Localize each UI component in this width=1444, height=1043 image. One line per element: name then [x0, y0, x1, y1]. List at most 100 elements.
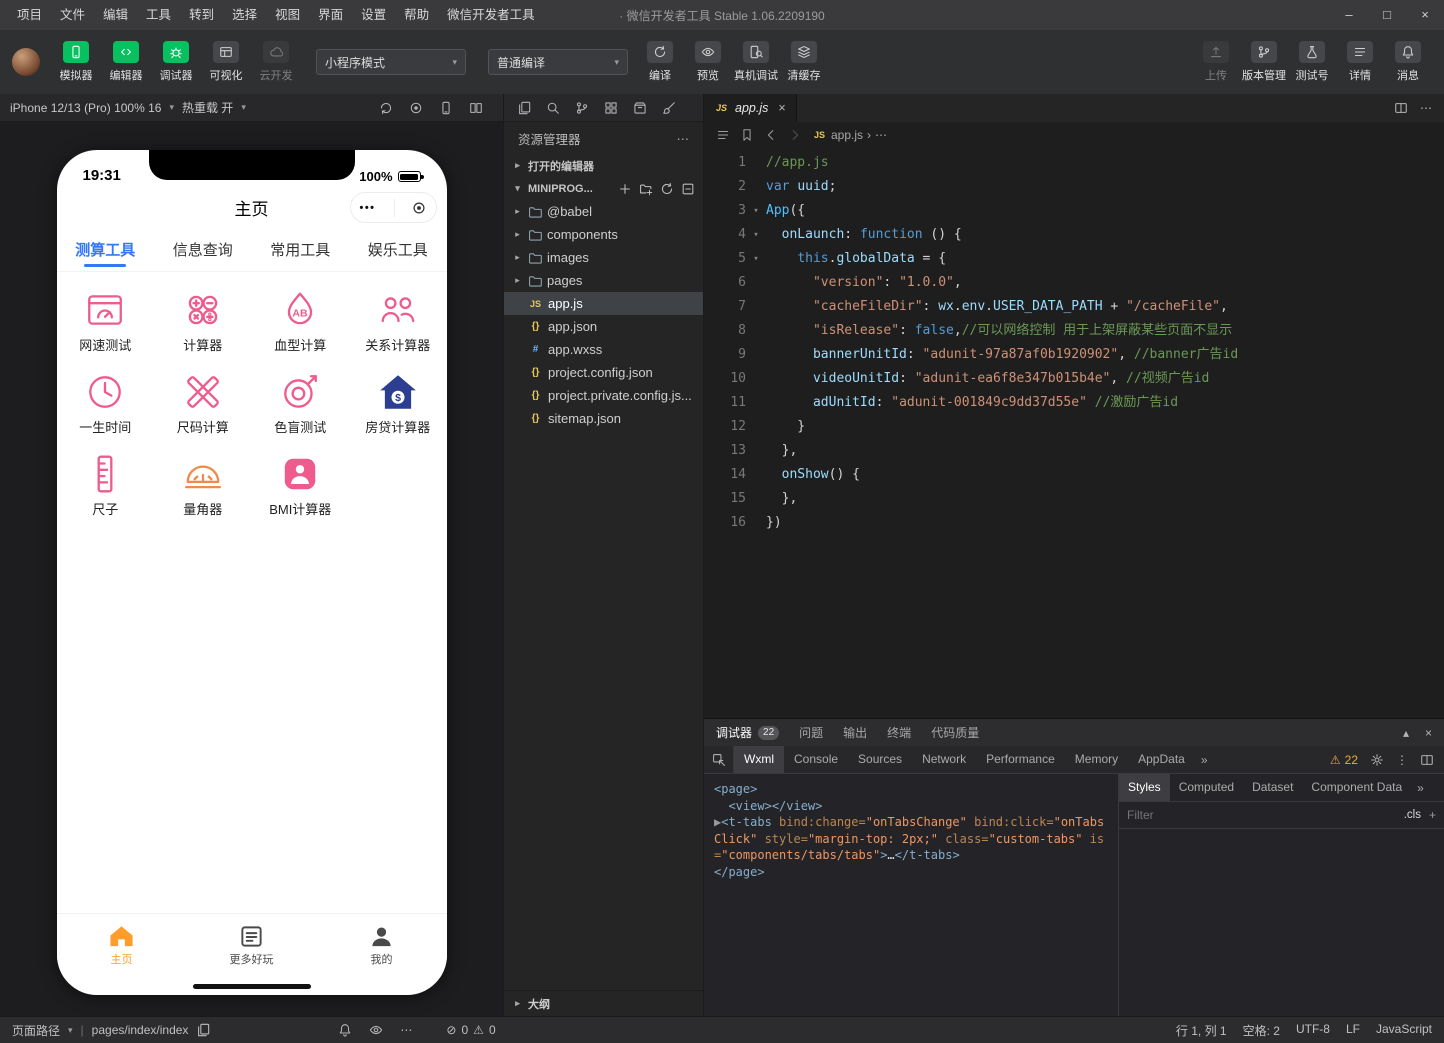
- copy-path-icon[interactable]: [196, 1023, 210, 1037]
- layout-icon[interactable]: [469, 101, 483, 115]
- toolbar-action-clear-cache[interactable]: 清缓存: [780, 41, 828, 83]
- devtools-tab-Sources[interactable]: Sources: [848, 746, 912, 773]
- menu-item[interactable]: 项目: [8, 0, 51, 30]
- user-avatar[interactable]: [12, 48, 40, 76]
- toolbar-action-test-account[interactable]: 测试号: [1288, 41, 1336, 83]
- maximize-button-icon[interactable]: □: [1368, 0, 1406, 30]
- hot-reload-toggle[interactable]: 热重载 开: [182, 99, 233, 116]
- close-button-icon[interactable]: ×: [1406, 0, 1444, 30]
- pages-icon[interactable]: [517, 101, 531, 115]
- forward-icon[interactable]: [788, 128, 802, 142]
- debugger-tab-终端[interactable]: 终端: [887, 724, 911, 741]
- menu-item[interactable]: 文件: [51, 0, 94, 30]
- inspect-element-icon[interactable]: [704, 746, 734, 773]
- toolbar-button-editor[interactable]: 编辑器: [102, 41, 150, 83]
- statusbar-more-icon[interactable]: ⋯: [400, 1023, 412, 1037]
- menu-item[interactable]: 编辑: [94, 0, 137, 30]
- styles-tab-Dataset[interactable]: Dataset: [1243, 774, 1302, 801]
- tool-blood-type[interactable]: AB血型计算: [252, 280, 350, 362]
- toolbar-action-details[interactable]: 详情: [1336, 41, 1384, 83]
- tab-娱乐工具[interactable]: 娱乐工具: [349, 228, 447, 271]
- language-mode[interactable]: JavaScript: [1376, 1022, 1432, 1039]
- code-editor[interactable]: 1//app.js2var uuid;3▾App({4▾ onLaunch: f…: [704, 148, 1444, 718]
- collapse-panel-icon[interactable]: ▴: [1403, 726, 1409, 740]
- toolbar-action-remote-debug[interactable]: 真机调试: [732, 41, 780, 83]
- more-actions-icon[interactable]: ⋯: [677, 131, 690, 146]
- styles-tab-Component Data[interactable]: Component Data: [1302, 774, 1411, 801]
- refresh-icon[interactable]: [660, 182, 674, 196]
- tree-item-project.config.json[interactable]: {}project.config.json: [504, 361, 703, 384]
- tool-protractor[interactable]: 量角器: [154, 444, 252, 526]
- wxml-line[interactable]: <view></view>: [714, 798, 1108, 815]
- eol-setting[interactable]: LF: [1346, 1022, 1360, 1039]
- tool-size-calc[interactable]: 尺码计算: [154, 362, 252, 444]
- tree-item-app.js[interactable]: JSapp.js: [504, 292, 703, 315]
- more-menu-button[interactable]: •••: [359, 202, 375, 214]
- tabbar-item-主页[interactable]: 主页: [57, 914, 187, 977]
- editor-tab-appjs[interactable]: JS app.js ×: [704, 94, 797, 122]
- new-file-icon[interactable]: [618, 182, 632, 196]
- rotate-icon[interactable]: [379, 101, 393, 115]
- toolbar-action-upload[interactable]: 上传: [1192, 41, 1240, 83]
- tool-color-blind[interactable]: 色盲测试: [252, 362, 350, 444]
- device-icon[interactable]: [439, 101, 453, 115]
- tree-item-app.json[interactable]: {}app.json: [504, 315, 703, 338]
- editor-more-icon[interactable]: ⋯: [1420, 101, 1432, 115]
- debugger-tab-输出[interactable]: 输出: [843, 724, 867, 741]
- tool-speed-test[interactable]: 网速测试: [57, 280, 155, 362]
- outline-icon[interactable]: [716, 128, 730, 142]
- minimize-button-icon[interactable]: –: [1330, 0, 1368, 30]
- menu-item[interactable]: 界面: [309, 0, 352, 30]
- brush-icon[interactable]: [662, 101, 676, 115]
- open-editors-section[interactable]: ▸ 打开的编辑器: [504, 154, 703, 177]
- toolbar-action-version[interactable]: 版本管理: [1240, 41, 1288, 83]
- tool-mortgage[interactable]: $房贷计算器: [349, 362, 447, 444]
- tool-relationship[interactable]: 关系计算器: [349, 280, 447, 362]
- toolbar-button-simulator[interactable]: 模拟器: [52, 41, 100, 83]
- devtools-menu-icon[interactable]: ⋮: [1396, 753, 1408, 767]
- preview-icon[interactable]: [369, 1023, 383, 1037]
- tab-测算工具[interactable]: 测算工具: [57, 228, 155, 271]
- menu-item[interactable]: 转到: [180, 0, 223, 30]
- wxml-line[interactable]: </page>: [714, 864, 1108, 881]
- styles-tab-Styles[interactable]: Styles: [1119, 774, 1170, 801]
- collapse-icon[interactable]: [681, 182, 695, 196]
- split-editor-icon[interactable]: [1394, 101, 1408, 115]
- tree-item-images[interactable]: ▸images: [504, 246, 703, 269]
- encoding-setting[interactable]: UTF-8: [1296, 1022, 1330, 1039]
- fold-icon[interactable]: ▾: [746, 247, 766, 271]
- wxml-line[interactable]: <page>: [714, 781, 1108, 798]
- menu-item[interactable]: 帮助: [395, 0, 438, 30]
- device-select[interactable]: iPhone 12/13 (Pro) 100% 16: [10, 101, 161, 115]
- devtools-tab-Memory[interactable]: Memory: [1065, 746, 1128, 773]
- close-panel-icon[interactable]: ×: [1425, 726, 1432, 740]
- add-style-icon[interactable]: +: [1429, 808, 1436, 822]
- filter-input[interactable]: [1127, 808, 1396, 822]
- tabbar-item-更多好玩[interactable]: 更多好玩: [187, 914, 317, 977]
- close-miniprogram-button[interactable]: [412, 201, 426, 215]
- toolbar-button-debugger[interactable]: 调试器: [152, 41, 200, 83]
- record-icon[interactable]: [409, 101, 423, 115]
- fold-icon[interactable]: ▾: [746, 199, 766, 223]
- tool-calculator[interactable]: 计算器: [154, 280, 252, 362]
- toolbar-action-message[interactable]: 消息: [1384, 41, 1432, 83]
- devtools-tab-Performance[interactable]: Performance: [976, 746, 1065, 773]
- toolbar-button-cloud[interactable]: 云开发: [252, 41, 300, 83]
- indentation-setting[interactable]: 空格: 2: [1243, 1022, 1280, 1039]
- cursor-position[interactable]: 行 1, 列 1: [1176, 1022, 1227, 1039]
- bookmark-icon[interactable]: [740, 128, 754, 142]
- cls-button[interactable]: .cls: [1404, 809, 1421, 821]
- project-section[interactable]: ▾ MINIPROG...: [504, 177, 703, 200]
- devtools-tab-Network[interactable]: Network: [912, 746, 976, 773]
- debugger-tab-调试器[interactable]: 调试器22: [716, 724, 779, 741]
- tabbar-item-我的[interactable]: 我的: [317, 914, 447, 977]
- mode-select[interactable]: 小程序模式 ▾: [316, 49, 466, 75]
- menu-item[interactable]: 微信开发者工具: [438, 0, 544, 30]
- devtools-tab-AppData[interactable]: AppData: [1128, 746, 1195, 773]
- package-icon[interactable]: [633, 101, 647, 115]
- more-tabs-icon[interactable]: »: [1195, 753, 1214, 767]
- devtools-tab-Console[interactable]: Console: [784, 746, 848, 773]
- tree-item-pages[interactable]: ▸pages: [504, 269, 703, 292]
- warnings-badge[interactable]: ⚠ 22: [1330, 753, 1358, 767]
- toolbar-action-preview[interactable]: 预览: [684, 41, 732, 83]
